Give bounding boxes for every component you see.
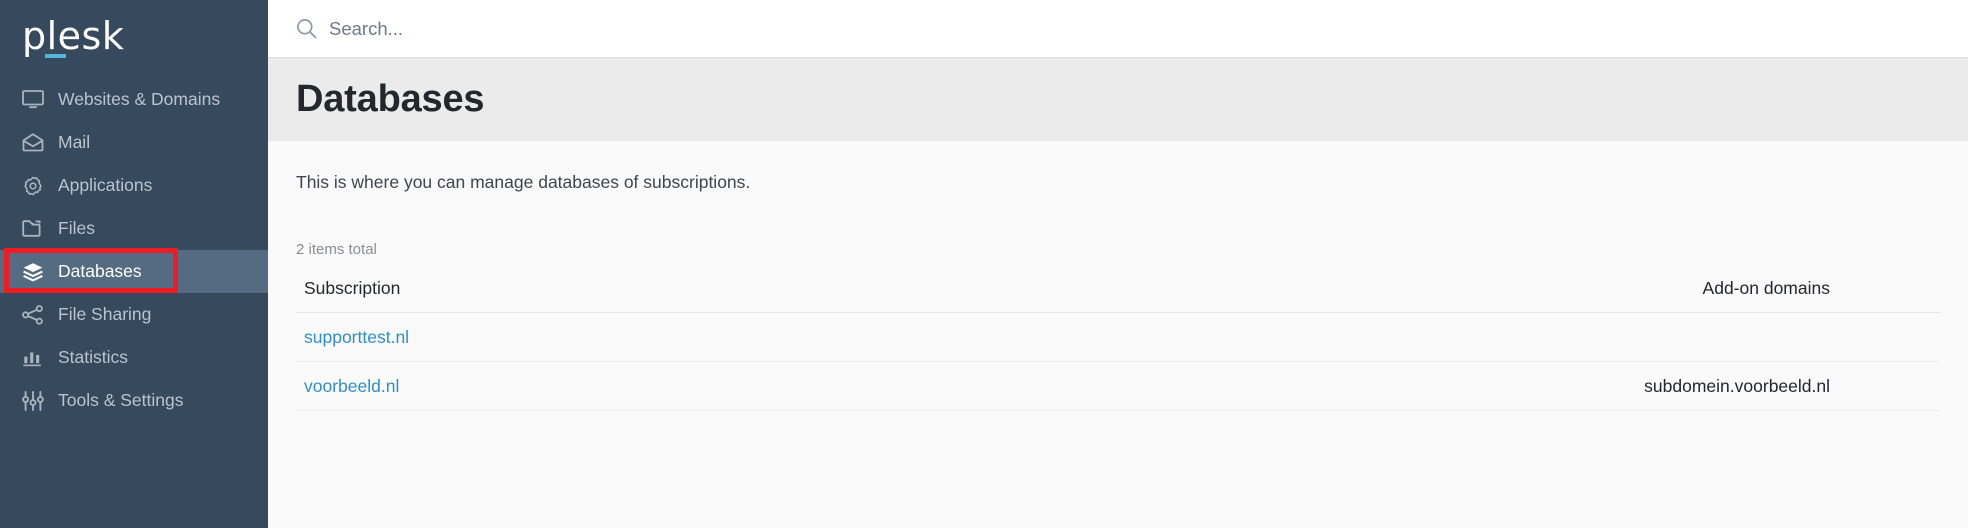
sidebar-item-applications[interactable]: Applications <box>0 164 268 207</box>
sidebar-item-label: Files <box>58 218 95 238</box>
sidebar-item-databases[interactable]: Databases <box>0 250 268 293</box>
cell-addon-domains: subdomein.voorbeeld.nl <box>1118 361 1940 411</box>
column-header-subscription: Subscription <box>296 272 1118 313</box>
table-row: supporttest.nl <box>296 312 1940 362</box>
subscription-link[interactable]: voorbeeld.nl <box>304 376 399 396</box>
search-input[interactable] <box>329 17 749 40</box>
sidebar-item-mail[interactable]: Mail <box>0 121 268 164</box>
sidebar-item-label: File Sharing <box>58 304 152 324</box>
subscription-link[interactable]: supporttest.nl <box>304 327 409 347</box>
page-description: This is where you can manage databases o… <box>296 172 751 192</box>
page-content: This is where you can manage databases o… <box>268 141 1968 528</box>
table-header-row: Subscription Add-on domains <box>296 272 1940 313</box>
gear-icon <box>20 175 46 197</box>
page-title-band: Databases <box>268 57 1968 141</box>
sidebar-item-statistics[interactable]: Statistics <box>0 336 268 379</box>
sidebar-item-label: Websites & Domains <box>58 89 221 109</box>
sidebar-item-label: Mail <box>58 132 91 152</box>
subscriptions-table: Subscription Add-on domains supporttest.… <box>296 272 1940 411</box>
sliders-icon <box>20 390 46 412</box>
page-title: Databases <box>296 78 485 120</box>
sidebar-item-websites-domains[interactable]: Websites & Domains <box>0 78 268 121</box>
logo-text: plesk <box>22 14 125 58</box>
sidebar-item-file-sharing[interactable]: File Sharing <box>0 293 268 336</box>
sidebar-item-label: Databases <box>58 261 142 281</box>
cell-subscription: voorbeeld.nl <box>296 361 1118 411</box>
share-nodes-icon <box>20 304 46 326</box>
sidebar-item-label: Applications <box>58 175 153 195</box>
sidebar-item-files[interactable]: Files <box>0 207 268 250</box>
column-header-addon-domains: Add-on domains <box>1118 272 1940 313</box>
sidebar-item-label: Tools & Settings <box>58 390 184 410</box>
plesk-logo[interactable]: plesk <box>0 0 268 72</box>
main-content: Databases This is where you can manage d… <box>268 0 1968 528</box>
envelope-icon <box>20 132 46 154</box>
sidebar: plesk Websites & Domains Mail Applicatio… <box>0 0 268 528</box>
logo-accent-underscore <box>45 54 66 58</box>
cell-subscription: supporttest.nl <box>296 312 1118 362</box>
bar-chart-icon <box>20 347 46 369</box>
items-total-label: 2 items total <box>296 241 377 258</box>
table-row: voorbeeld.nl subdomein.voorbeeld.nl <box>296 361 1940 411</box>
sidebar-item-tools-settings[interactable]: Tools & Settings <box>0 379 268 422</box>
top-search-bar <box>268 0 1968 57</box>
search-icon <box>296 18 317 39</box>
sidebar-nav: Websites & Domains Mail Applications Fil… <box>0 78 268 422</box>
cell-addon-domains <box>1118 312 1940 362</box>
folder-icon <box>20 218 46 240</box>
layers-icon <box>20 261 46 283</box>
sidebar-item-label: Statistics <box>58 347 129 367</box>
plesk-app-window: plesk Websites & Domains Mail Applicatio… <box>0 0 1968 528</box>
monitor-icon <box>20 89 46 111</box>
